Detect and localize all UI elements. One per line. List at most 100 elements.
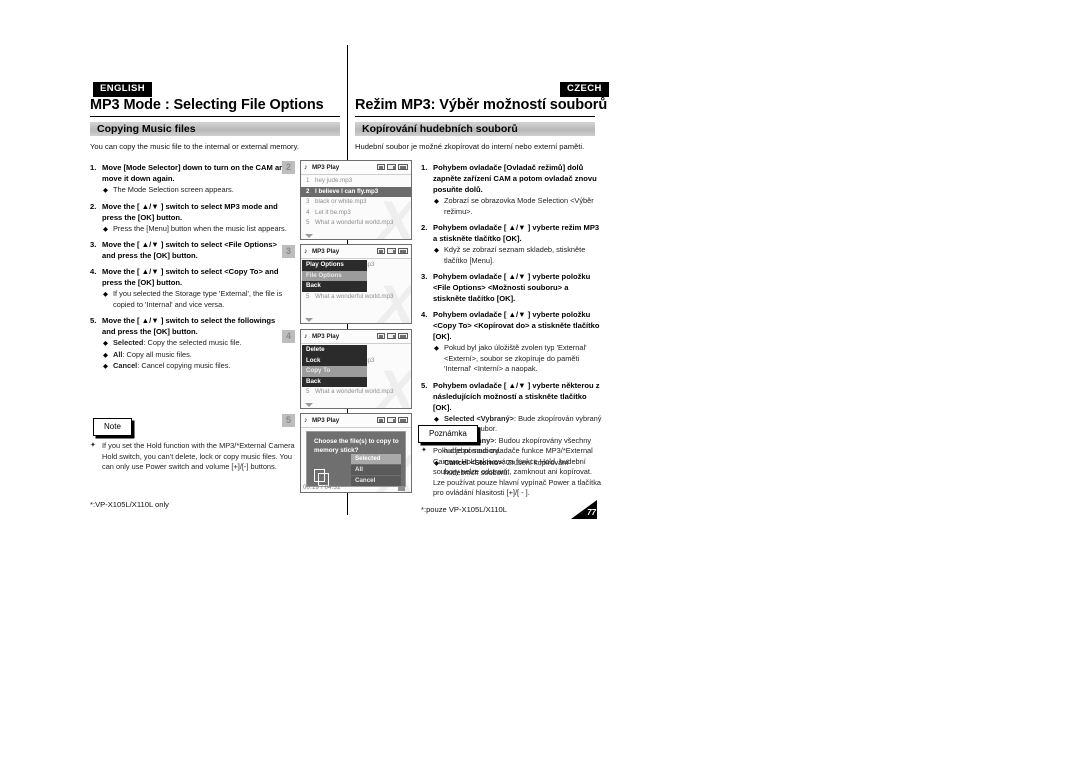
note-label-czech: Poznámka — [418, 425, 478, 443]
memory-stick-icon — [387, 164, 396, 170]
copy-files-icon — [314, 469, 329, 486]
music-note-icon: ♪ — [304, 247, 308, 255]
step-body: Pohybem ovladače [Ovladač režimů] dolů z… — [433, 162, 603, 217]
instruction-step: 3. Pohybem ovladače [ ▲/▼ ] vyberte polož… — [421, 271, 603, 304]
instruction-step: 2. Move the [ ▲/▼ ] switch to select MP3 … — [90, 201, 290, 235]
step-body: Pohybem ovladače [ ▲/▼ ] vyberte položku… — [433, 271, 603, 304]
lcd-track-item[interactable]: 3 black or white.mp3 — [301, 197, 411, 208]
lcd-track-item[interactable]: 2 I believe I can fly.mp3 — [301, 186, 411, 197]
step-chip-5: 5 — [282, 414, 295, 427]
scroll-down-arrow-icon[interactable] — [305, 234, 313, 238]
note-label-english: Note — [93, 418, 132, 436]
diamond-bullet-icon: ◆ — [103, 351, 108, 359]
lcd-track-item[interactable]: 5 What a wonderful world.mp3 — [301, 387, 411, 398]
instruction-step: 4. Pohybem ovladače [ ▲/▼ ] vyberte polož… — [421, 309, 603, 375]
lcd-menu-item[interactable]: File Options — [302, 270, 367, 281]
page-title-english: MP3 Mode : Selecting File Options — [90, 97, 324, 113]
lcd-screen-copy-dialog: X ♪ MP3 Play Choose the file(s) to copy … — [300, 413, 412, 493]
step-bullet-list: ◆ Když se zobrazí seznam skladeb, stiskně… — [433, 245, 603, 266]
lcd-title: MP3 Play — [312, 417, 340, 424]
note-body-czech: Pokud je pomocí ovladače funkce MP3/*Ext… — [433, 446, 602, 498]
lcd-menu-item[interactable]: Delete — [302, 345, 367, 356]
lcd-menu-item[interactable]: Back — [302, 281, 367, 292]
scroll-down-arrow-icon[interactable] — [305, 318, 313, 322]
lcd-menu-item[interactable]: Play Options — [302, 260, 367, 271]
instruction-step: 1. Move [Mode Selector] down to turn on t… — [90, 162, 290, 196]
step-bullet: ◆ All: Copy all music files. — [103, 349, 192, 359]
step-bullet: ◆ Press the [Menu] button when the music … — [103, 223, 287, 233]
footnote-english: *:VP-X105L/X110L only — [90, 500, 169, 509]
scroll-down-arrow-icon[interactable] — [305, 403, 313, 407]
lcd-options-menu: 2I believe I can fly.mp33black or white.… — [301, 258, 411, 323]
note-body-english: If you set the Hold function with the MP… — [102, 441, 295, 472]
track-name: What a wonderful world.mp3 — [315, 292, 394, 300]
step-number: 2. — [421, 223, 428, 232]
dialog-question: Choose the file(s) to copy to memory sti… — [314, 438, 399, 454]
lcd-menu-item[interactable]: Lock — [302, 355, 367, 366]
track-number: 1 — [306, 177, 310, 184]
step-chip-2: 2 — [282, 161, 295, 174]
step-number: 1. — [421, 163, 428, 172]
battery-icon — [398, 333, 408, 339]
copy-confirm-dialog: Choose the file(s) to copy to memory sti… — [306, 431, 406, 487]
diamond-bullet-icon: ◆ — [434, 415, 439, 423]
step-number: 4. — [90, 267, 97, 276]
page-number-badge: 77 — [571, 500, 597, 519]
step-number: 4. — [421, 310, 428, 319]
step-bullet-list: ◆ If you selected the Storage type 'Exter… — [102, 289, 290, 310]
instruction-step: 4. Move the [ ▲/▼ ] switch to select <Cop… — [90, 266, 290, 310]
title-rule-right — [355, 116, 595, 117]
music-note-icon: ♪ — [304, 332, 308, 340]
lcd-menu-item[interactable]: Back — [302, 376, 367, 387]
dialog-option[interactable]: Cancel — [351, 476, 401, 486]
lcd-status-bar: ♪ MP3 Play — [301, 161, 411, 175]
diamond-bullet-icon: ◆ — [434, 247, 439, 254]
lcd-icon-group — [377, 164, 408, 170]
battery-icon — [398, 417, 408, 423]
lcd-file-options-menu: 2I believe I can fly.mp33black or white.… — [301, 343, 411, 408]
lcd-track-list: 1 hey jude.mp3 2 I believe I can fly.mp3 3 bl… — [301, 174, 411, 239]
music-note-icon: ♪ — [304, 163, 308, 171]
track-number: 5 — [306, 388, 310, 395]
step-text: Pohybem ovladače [ ▲/▼ ] vyberte položku… — [433, 310, 600, 341]
note-bullet-icon: ✦ — [90, 442, 96, 449]
step-bullet-list: ◆ Selected: Copy the selected music file.… — [102, 338, 290, 372]
step-body: Move the [ ▲/▼ ] switch to select <File … — [102, 239, 290, 261]
playback-timestamp: 00:19 / 04:32 — [303, 485, 341, 491]
step-body: Pohybem ovladače [ ▲/▼ ] vyberte režim M… — [433, 222, 603, 266]
step-bullet: ◆ The Mode Selection screen appears. — [103, 185, 234, 194]
step-text: Move the [ ▲/▼ ] switch to select MP3 mo… — [102, 201, 278, 222]
diamond-bullet-icon: ◆ — [434, 198, 439, 205]
lcd-track-item[interactable]: 5 What a wonderful world.mp3 — [301, 292, 411, 303]
track-name: I believe I can fly.mp3 — [315, 187, 379, 195]
lcd-track-item[interactable]: 4 Let it be.mp3 — [301, 208, 411, 219]
lcd-track-item[interactable]: 5 What a wonderful world.mp3 — [301, 218, 411, 229]
note-text-czech: ✦ Pokud je pomocí ovladače funkce MP3/*Ex… — [421, 446, 603, 499]
step-body: Move the [ ▲/▼ ] switch to select the fo… — [102, 315, 290, 372]
memory-card-icon — [377, 248, 385, 254]
footnote-czech: *:pouze VP-X105L/X110L — [421, 505, 507, 514]
dialog-option[interactable]: All — [351, 465, 401, 475]
diamond-bullet-icon: ◆ — [103, 340, 108, 347]
step-text: Move the [ ▲/▼ ] switch to select the fo… — [102, 316, 276, 336]
step-number: 3. — [421, 272, 428, 281]
step-text: Pohybem ovladače [ ▲/▼ ] vyberte režim M… — [433, 223, 600, 243]
step-text: Move the [ ▲/▼ ] switch to select <Copy … — [102, 267, 279, 287]
instruction-step: 3. Move the [ ▲/▼ ] switch to select <Fil… — [90, 239, 290, 261]
track-number: 4 — [306, 208, 310, 216]
dialog-option[interactable]: Selected — [351, 454, 401, 464]
track-number: 5 — [306, 219, 310, 226]
track-name: hey jude.mp3 — [315, 177, 353, 184]
step-chip-4: 4 — [282, 330, 295, 343]
page-number: 77 — [587, 508, 596, 517]
lcd-menu-item[interactable]: Copy To — [302, 366, 367, 377]
step-body: Move [Mode Selector] down to turn on the… — [102, 162, 290, 196]
step-bullet-list: ◆ The Mode Selection screen appears. — [102, 185, 290, 196]
lcd-track-item[interactable]: 1 hey jude.mp3 — [301, 176, 411, 187]
step-number: 5. — [90, 316, 97, 325]
lcd-screen-options-menu: X ♪ MP3 Play 2I believe I can fly.mp33bl… — [300, 244, 412, 324]
track-name: Let it be.mp3 — [315, 208, 351, 216]
step-body: Move the [ ▲/▼ ] switch to select MP3 mo… — [102, 201, 290, 235]
lcd-screen-file-options: X ♪ MP3 Play 2I believe I can fly.mp33bl… — [300, 329, 412, 409]
step-bullet-list: ◆ Zobrazí se obrazovka Mode Selection <Vý… — [433, 196, 603, 217]
